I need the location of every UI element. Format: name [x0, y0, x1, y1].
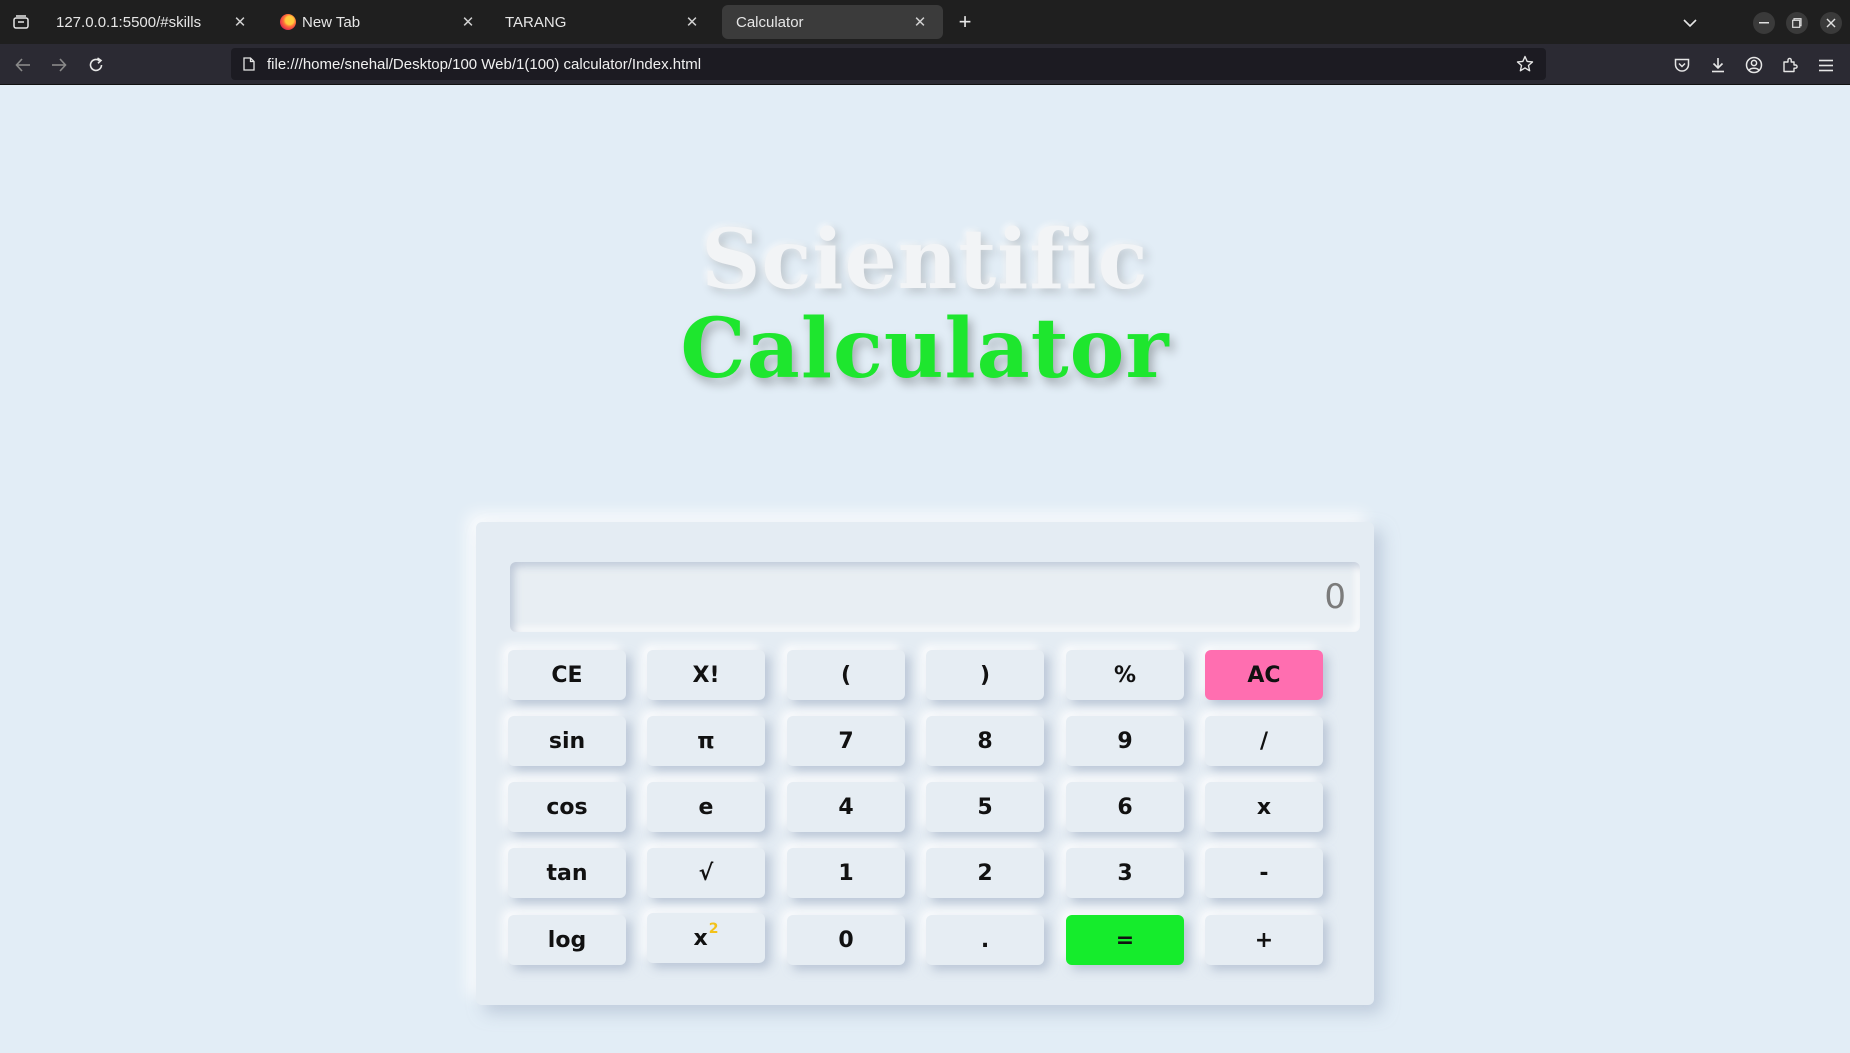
tab-skills[interactable]: 127.0.0.1:5500/#skills ✕	[42, 5, 263, 39]
pocket-icon[interactable]	[1670, 53, 1694, 77]
digit-2-button[interactable]: 2	[926, 848, 1044, 898]
add-button[interactable]: +	[1205, 915, 1323, 965]
page-title-line1: Scientific	[701, 212, 1149, 308]
close-paren-button[interactable]: )	[926, 650, 1044, 700]
all-clear-button[interactable]: AC	[1205, 650, 1323, 700]
reload-icon[interactable]	[83, 52, 109, 78]
digit-1-button[interactable]: 1	[787, 848, 905, 898]
minimize-icon[interactable]	[1753, 12, 1775, 34]
page-title-line2: Calculator	[680, 301, 1170, 397]
close-icon[interactable]: ✕	[231, 13, 249, 31]
firefox-icon	[280, 14, 296, 30]
digit-0-button[interactable]: 0	[787, 915, 905, 965]
divide-button[interactable]: /	[1205, 716, 1323, 766]
star-icon[interactable]	[1510, 49, 1540, 79]
euler-button[interactable]: e	[647, 782, 765, 832]
close-icon[interactable]: ✕	[683, 13, 701, 31]
display-value: 0	[1324, 577, 1346, 617]
tab-calculator[interactable]: Calculator ✕	[722, 5, 943, 39]
square-button[interactable]: x2	[647, 913, 765, 963]
pi-button[interactable]: π	[647, 716, 765, 766]
tab-tarang[interactable]: TARANG ✕	[491, 5, 715, 39]
tab-title: 127.0.0.1:5500/#skills	[56, 13, 202, 31]
close-icon[interactable]: ✕	[459, 13, 477, 31]
page-icon	[241, 56, 257, 72]
extensions-icon[interactable]	[1778, 53, 1802, 77]
tan-button[interactable]: tan	[508, 848, 626, 898]
window-close-icon[interactable]	[1820, 12, 1842, 34]
digit-5-button[interactable]: 5	[926, 782, 1044, 832]
close-icon[interactable]: ✕	[911, 13, 929, 31]
factorial-button[interactable]: X!	[647, 650, 765, 700]
hamburger-icon[interactable]	[1814, 53, 1838, 77]
new-tab-button[interactable]: +	[953, 9, 977, 34]
calculator-display[interactable]: 0	[510, 562, 1360, 632]
navigation-bar: file:///home/snehal/Desktop/100 Web/1(10…	[0, 44, 1850, 85]
tab-list-icon[interactable]	[8, 10, 34, 34]
digit-4-button[interactable]: 4	[787, 782, 905, 832]
superscript-2: 2	[708, 921, 719, 937]
calculator-panel: 0 CE X! ( ) % AC sin π 7 8 9 / cos e 4 5…	[476, 522, 1374, 1005]
percent-button[interactable]: %	[1066, 650, 1184, 700]
url-text[interactable]: file:///home/snehal/Desktop/100 Web/1(10…	[267, 56, 1510, 73]
digit-3-button[interactable]: 3	[1066, 848, 1184, 898]
tab-title: Calculator	[736, 13, 804, 31]
equals-button[interactable]: =	[1066, 915, 1184, 965]
account-icon[interactable]	[1742, 53, 1766, 77]
multiply-button[interactable]: x	[1205, 782, 1323, 832]
cos-button[interactable]: cos	[508, 782, 626, 832]
restore-icon[interactable]	[1786, 12, 1808, 34]
tab-title: New Tab	[302, 13, 361, 31]
download-icon[interactable]	[1706, 53, 1730, 77]
tab-bar: 127.0.0.1:5500/#skills ✕ New Tab ✕ TARAN…	[0, 0, 1850, 44]
sin-button[interactable]: sin	[508, 716, 626, 766]
digit-9-button[interactable]: 9	[1066, 716, 1184, 766]
back-arrow-icon[interactable]	[10, 52, 36, 78]
tab-new-tab[interactable]: New Tab ✕	[268, 5, 491, 39]
subtract-button[interactable]: -	[1205, 848, 1323, 898]
digit-6-button[interactable]: 6	[1066, 782, 1184, 832]
clear-entry-button[interactable]: CE	[508, 650, 626, 700]
decimal-point-button[interactable]: .	[926, 915, 1044, 965]
chevron-down-icon[interactable]	[1679, 12, 1701, 34]
square-button-label: x	[693, 925, 708, 951]
open-paren-button[interactable]: (	[787, 650, 905, 700]
log-button[interactable]: log	[508, 915, 626, 965]
digit-8-button[interactable]: 8	[926, 716, 1044, 766]
forward-arrow-icon[interactable]	[46, 52, 72, 78]
square-root-button[interactable]: √	[647, 848, 765, 898]
page-content: Scientific Calculator 0 CE X! ( ) % AC s…	[0, 85, 1850, 1053]
url-bar[interactable]: file:///home/snehal/Desktop/100 Web/1(10…	[231, 48, 1546, 80]
digit-7-button[interactable]: 7	[787, 716, 905, 766]
tab-title: TARANG	[505, 13, 567, 31]
